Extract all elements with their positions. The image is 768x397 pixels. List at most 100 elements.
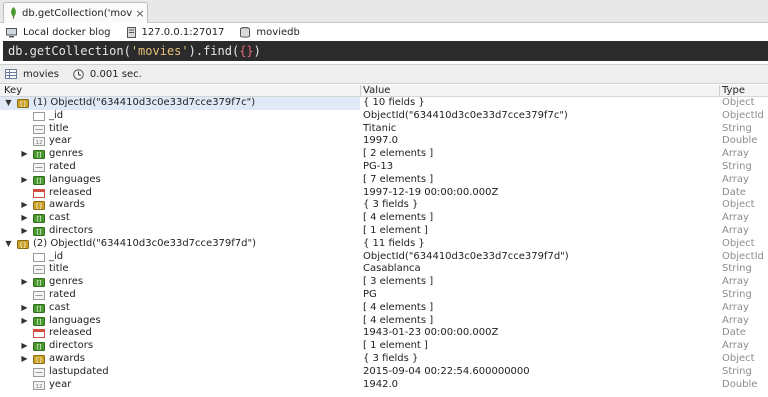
- field-type: Object: [722, 352, 755, 364]
- tree-row[interactable]: ▶ [] genres [ 2 elements ] Array: [0, 148, 768, 161]
- tree-row[interactable]: title Titanic String: [0, 123, 768, 136]
- field-key: awards: [49, 199, 85, 211]
- column-type[interactable]: Type: [722, 85, 745, 97]
- expand-arrow-icon[interactable]: ▶: [20, 315, 29, 328]
- tree-row[interactable]: ▶ [] languages [ 7 elements ] Array: [0, 174, 768, 187]
- tree-row[interactable]: lastupdated 2015-09-04 00:22:54.600000000…: [0, 366, 768, 379]
- tree-row[interactable]: ▶ [] cast [ 4 elements ] Array: [0, 212, 768, 225]
- field-value: [ 3 elements ]: [363, 276, 434, 288]
- tree-row[interactable]: ▶ [] directors [ 1 element ] Array: [0, 340, 768, 353]
- tab-query[interactable]: db.getCollection('movie... ×: [3, 2, 148, 23]
- field-type: Array: [722, 301, 749, 313]
- svg-text:[]: []: [37, 280, 42, 287]
- field-value: 2015-09-04 00:22:54.600000000: [363, 365, 530, 377]
- query-collection-string: 'movies': [130, 44, 189, 58]
- field-value: 1942.0: [363, 378, 398, 390]
- tree-row[interactable]: ▶ [] genres [ 3 elements ] Array: [0, 276, 768, 289]
- field-key: _id: [49, 250, 64, 262]
- connection-name: Local docker blog: [6, 27, 111, 38]
- expand-arrow-icon[interactable]: ▶: [20, 340, 29, 353]
- tree-row[interactable]: ▶ [] languages [ 4 elements ] Array: [0, 315, 768, 328]
- result-time-label: 0.001 sec.: [89, 68, 142, 80]
- tree-row[interactable]: title Casablanca String: [0, 263, 768, 276]
- field-key: awards: [49, 352, 85, 364]
- collapse-arrow-icon[interactable]: ▼: [4, 97, 13, 110]
- tree-row[interactable]: rated PG-13 String: [0, 161, 768, 174]
- expand-arrow-icon[interactable]: ▶: [20, 276, 29, 289]
- field-value: [ 1 element ]: [363, 340, 428, 352]
- field-key: directors: [49, 340, 94, 352]
- field-value: { 11 fields }: [363, 237, 425, 249]
- collection-table-icon: [5, 69, 17, 79]
- field-key: (1) ObjectId("634410d3c0e33d7cce379f7c"): [33, 97, 256, 108]
- result-collection: movies: [5, 69, 59, 80]
- field-key: languages: [49, 314, 101, 326]
- field-type: ObjectId: [722, 109, 764, 121]
- expand-arrow-icon[interactable]: ▶: [20, 199, 29, 212]
- field-key: cast: [49, 301, 70, 313]
- result-toolbar: movies 0.001 sec.: [0, 64, 768, 84]
- expand-arrow-icon[interactable]: ▶: [20, 148, 29, 161]
- tree-row[interactable]: ▼ {} (2) ObjectId("634410d3c0e33d7cce379f7…: [0, 238, 768, 251]
- field-type: Double: [722, 378, 758, 390]
- field-key: released: [49, 327, 92, 339]
- tab-title: db.getCollection('movie...: [22, 7, 133, 19]
- tree-row[interactable]: ▶ [] directors [ 1 element ] Array: [0, 225, 768, 238]
- tree-row[interactable]: ▼ {} (1) ObjectId("634410d3c0e33d7cce379f7…: [0, 97, 768, 110]
- tree-row[interactable]: released 1943-01-23 00:00:00.000Z Date: [0, 327, 768, 340]
- tree-row[interactable]: released 1997-12-19 00:00:00.000Z Date: [0, 187, 768, 200]
- expand-arrow-icon[interactable]: ▶: [20, 302, 29, 315]
- field-value: { 10 fields }: [363, 97, 425, 108]
- field-type: Object: [722, 237, 755, 249]
- tree-row[interactable]: ▶ {} awards { 3 fields } Object: [0, 353, 768, 366]
- svg-text:[]: []: [37, 178, 42, 185]
- field-type: Double: [722, 135, 758, 147]
- field-key: (2) ObjectId("634410d3c0e33d7cce379f7d"): [33, 237, 257, 249]
- query-editor[interactable]: db.getCollection('movies').find({}): [3, 41, 768, 61]
- tree-row[interactable]: ▶ {} awards { 3 fields } Object: [0, 199, 768, 212]
- field-value: 1997.0: [363, 135, 398, 147]
- column-value[interactable]: Value: [363, 85, 390, 97]
- tree-row[interactable]: ▶ [] cast [ 4 elements ] Array: [0, 302, 768, 315]
- svg-text:[]: []: [37, 152, 42, 159]
- query-prefix: db.getCollection(: [8, 44, 131, 58]
- svg-text:12: 12: [36, 140, 43, 146]
- field-key: lastupdated: [49, 365, 109, 377]
- field-type: String: [722, 288, 752, 300]
- field-value: [ 2 elements ]: [363, 148, 434, 160]
- connection-database-label: moviedb: [256, 27, 300, 38]
- tree-row[interactable]: 12 year 1997.0 Double: [0, 135, 768, 148]
- svg-text:[]: []: [37, 229, 42, 236]
- document-tree[interactable]: ▼ {} (1) ObjectId("634410d3c0e33d7cce379f7…: [0, 97, 768, 391]
- field-type: String: [722, 122, 752, 134]
- tab-bar: db.getCollection('movie... ×: [0, 0, 768, 23]
- field-key: genres: [49, 148, 84, 160]
- field-key: cast: [49, 212, 70, 224]
- tree-row[interactable]: _id ObjectId("634410d3c0e33d7cce379f7c") O…: [0, 110, 768, 123]
- field-key: released: [49, 186, 92, 198]
- collapse-arrow-icon[interactable]: ▼: [4, 238, 13, 251]
- field-key: _id: [49, 109, 64, 121]
- expand-arrow-icon[interactable]: ▶: [20, 174, 29, 187]
- expand-arrow-icon[interactable]: ▶: [20, 225, 29, 238]
- field-type: Array: [722, 173, 749, 185]
- column-divider[interactable]: [360, 85, 361, 97]
- connection-server: 127.0.0.1:27017: [126, 27, 224, 38]
- tree-row[interactable]: 12 year 1942.0 Double: [0, 379, 768, 392]
- column-divider[interactable]: [719, 85, 720, 97]
- column-key[interactable]: Key: [4, 85, 22, 97]
- expand-arrow-icon[interactable]: ▶: [20, 353, 29, 366]
- database-icon: [240, 27, 251, 38]
- field-value: [ 4 elements ]: [363, 212, 434, 224]
- field-key: year: [49, 378, 72, 390]
- field-value: ObjectId("634410d3c0e33d7cce379f7d"): [363, 250, 569, 262]
- field-value: PG: [363, 288, 377, 300]
- tree-row[interactable]: rated PG String: [0, 289, 768, 302]
- tree-row[interactable]: _id ObjectId("634410d3c0e33d7cce379f7d") O…: [0, 251, 768, 264]
- field-value: [ 4 elements ]: [363, 301, 434, 313]
- result-collection-label: movies: [23, 68, 59, 80]
- svg-text:12: 12: [36, 384, 43, 390]
- expand-arrow-icon[interactable]: ▶: [20, 212, 29, 225]
- result-time: 0.001 sec.: [73, 69, 142, 80]
- close-tab-icon[interactable]: ×: [133, 7, 147, 20]
